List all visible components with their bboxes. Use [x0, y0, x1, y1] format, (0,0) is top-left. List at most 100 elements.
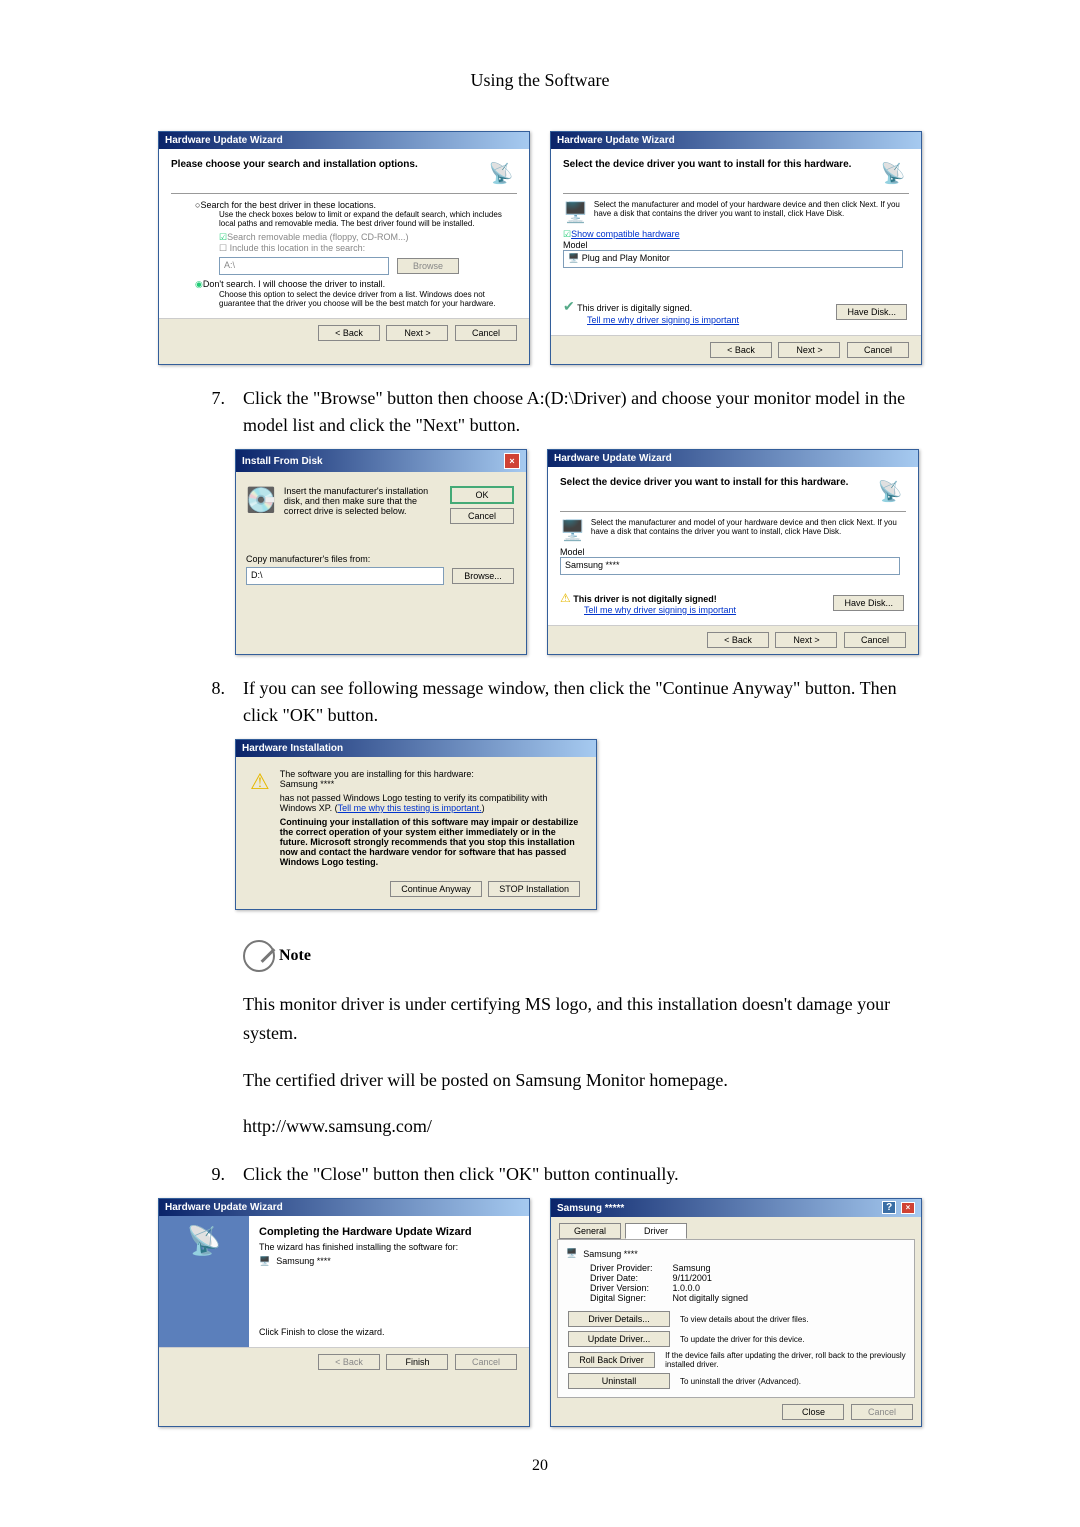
- warning-icon: ⚠: [560, 591, 571, 605]
- step-text: Click the "Browse" button then choose A:…: [243, 385, 935, 439]
- wizard-heading: Select the device driver you want to ins…: [560, 477, 848, 505]
- monitor-icon: 🖥️: [566, 1248, 577, 1259]
- hardware-update-wizard-select-driver: Hardware Update Wizard Select the device…: [550, 131, 922, 365]
- hardware-update-wizard-search-options: Hardware Update Wizard Please choose you…: [158, 131, 530, 365]
- back-button[interactable]: < Back: [318, 325, 380, 341]
- driver-properties-dialog: Samsung ***** ? × General Driver 🖥️ Sams…: [550, 1198, 922, 1427]
- step-number: 9.: [145, 1161, 243, 1188]
- tell-me-why-link[interactable]: Tell me why driver signing is important: [584, 605, 736, 615]
- hardware-icon: 📡: [485, 159, 517, 187]
- help-icon[interactable]: ?: [882, 1201, 896, 1214]
- label: Driver Date:: [590, 1273, 670, 1283]
- driver-details-button[interactable]: Driver Details...: [568, 1311, 670, 1327]
- tab-general[interactable]: General: [559, 1223, 621, 1239]
- signed-text: This driver is digitally signed.: [577, 303, 692, 313]
- model-label: Model: [560, 547, 906, 557]
- close-icon[interactable]: ×: [504, 453, 520, 469]
- copy-from-label: Copy manufacturer's files from:: [246, 554, 516, 564]
- have-disk-button[interactable]: Have Disk...: [836, 304, 907, 320]
- uninstall-button[interactable]: Uninstall: [568, 1373, 670, 1389]
- cancel-button: Cancel: [455, 1354, 517, 1370]
- note-text: This monitor driver is under certifying …: [243, 990, 935, 1048]
- path-input[interactable]: D:\: [246, 567, 444, 585]
- wizard-heading: Select the device driver you want to ins…: [563, 159, 851, 187]
- cancel-button[interactable]: Cancel: [450, 508, 514, 524]
- static-text: Select the manufacturer and model of you…: [594, 200, 909, 225]
- browse-button: Browse: [397, 258, 459, 274]
- cancel-button[interactable]: Cancel: [455, 325, 517, 341]
- dialog-title: Hardware Update Wizard: [554, 453, 672, 464]
- step-number: 7.: [145, 385, 243, 439]
- hardware-name: Samsung ****: [583, 1249, 638, 1259]
- label: Driver Provider:: [590, 1263, 670, 1273]
- signed-icon: ✔: [563, 298, 575, 314]
- cancel-button: Cancel: [851, 1404, 913, 1420]
- checkbox-search-removable: Search removable media (floppy, CD-ROM..…: [219, 232, 517, 243]
- cancel-button[interactable]: Cancel: [844, 632, 906, 648]
- monitor-icon: 🖥️: [259, 1256, 270, 1267]
- hardware-icon: 📡: [874, 477, 906, 505]
- not-signed-text: This driver is not digitally signed!: [573, 594, 717, 604]
- static-text: The software you are installing for this…: [280, 769, 582, 779]
- monitor-icon: 🖥️: [560, 518, 585, 543]
- finish-button[interactable]: Finish: [386, 1354, 448, 1370]
- continue-anyway-button[interactable]: Continue Anyway: [390, 881, 482, 897]
- radio-dont-search[interactable]: Don't search. I will choose the driver t…: [195, 279, 517, 290]
- note-icon: [243, 940, 275, 972]
- hardware-name: Samsung ****: [276, 1256, 331, 1267]
- tell-me-why-link[interactable]: Tell me why this testing is important.: [338, 803, 482, 813]
- next-button[interactable]: Next >: [386, 325, 448, 341]
- ok-button[interactable]: OK: [450, 486, 514, 504]
- have-disk-button[interactable]: Have Disk...: [833, 595, 904, 611]
- static-text: If the device fails after updating the d…: [665, 1351, 906, 1369]
- hardware-icon: 📡: [877, 159, 909, 187]
- next-button[interactable]: Next >: [778, 342, 840, 358]
- warning-icon: ⚠: [250, 769, 270, 867]
- tell-me-why-link[interactable]: Tell me why driver signing is important: [587, 315, 739, 325]
- model-list[interactable]: 🖥️ Plug and Play Monitor: [563, 250, 903, 268]
- label: Driver Version:: [590, 1283, 670, 1293]
- checkbox-include-location: ☐ Include this location in the search:: [219, 243, 517, 254]
- step-text: Click the "Close" button then click "OK"…: [243, 1161, 679, 1188]
- value: 1.0.0.0: [673, 1283, 701, 1293]
- dialog-title: Hardware Update Wizard: [165, 135, 283, 146]
- note-url: http://www.samsung.com/: [243, 1112, 935, 1141]
- path-input: A:\: [219, 257, 389, 275]
- back-button: < Back: [318, 1354, 380, 1370]
- hardware-update-wizard-complete: Hardware Update Wizard 📡 Completing the …: [158, 1198, 530, 1427]
- static-text: Choose this option to select the device …: [219, 290, 517, 308]
- page-number: 20: [145, 1457, 935, 1475]
- page-title: Using the Software: [145, 70, 935, 91]
- next-button[interactable]: Next >: [775, 632, 837, 648]
- static-text: Select the manufacturer and model of you…: [591, 518, 906, 543]
- hardware-update-wizard-select-driver-samsung: Hardware Update Wizard Select the device…: [547, 449, 919, 655]
- dialog-title: Samsung *****: [557, 1203, 624, 1214]
- rollback-driver-button[interactable]: Roll Back Driver: [568, 1352, 655, 1368]
- disk-icon: 💽: [246, 486, 276, 524]
- model-label: Model: [563, 240, 909, 250]
- note-text: The certified driver will be posted on S…: [243, 1066, 935, 1095]
- close-icon[interactable]: ×: [901, 1202, 915, 1214]
- static-text: To view details about the driver files.: [680, 1315, 809, 1324]
- model-list[interactable]: Samsung ****: [560, 557, 900, 575]
- update-driver-button[interactable]: Update Driver...: [568, 1331, 670, 1347]
- tab-driver[interactable]: Driver: [625, 1223, 687, 1239]
- cancel-button[interactable]: Cancel: [847, 342, 909, 358]
- stop-installation-button[interactable]: STOP Installation: [488, 881, 580, 897]
- browse-button[interactable]: Browse...: [452, 568, 514, 584]
- wizard-heading: Please choose your search and installati…: [171, 159, 418, 187]
- static-text: The wizard has finished installing the s…: [259, 1242, 519, 1252]
- back-button[interactable]: < Back: [710, 342, 772, 358]
- radio-search-best-driver[interactable]: Search for the best driver in these loca…: [195, 200, 517, 210]
- monitor-icon: 🖥️: [563, 200, 588, 225]
- static-text: To uninstall the driver (Advanced).: [680, 1377, 801, 1386]
- install-from-disk-dialog: Install From Disk × 💽 Insert the manufac…: [235, 449, 527, 655]
- hardware-name: Samsung ****: [280, 779, 582, 789]
- value: Not digitally signed: [673, 1293, 749, 1303]
- static-text: To update the driver for this device.: [680, 1335, 805, 1344]
- static-text: has not passed Windows Logo testing to v…: [280, 793, 582, 813]
- checkbox-show-compatible[interactable]: Show compatible hardware: [563, 229, 909, 240]
- back-button[interactable]: < Back: [707, 632, 769, 648]
- dialog-title: Install From Disk: [242, 456, 323, 467]
- close-button[interactable]: Close: [782, 1404, 844, 1420]
